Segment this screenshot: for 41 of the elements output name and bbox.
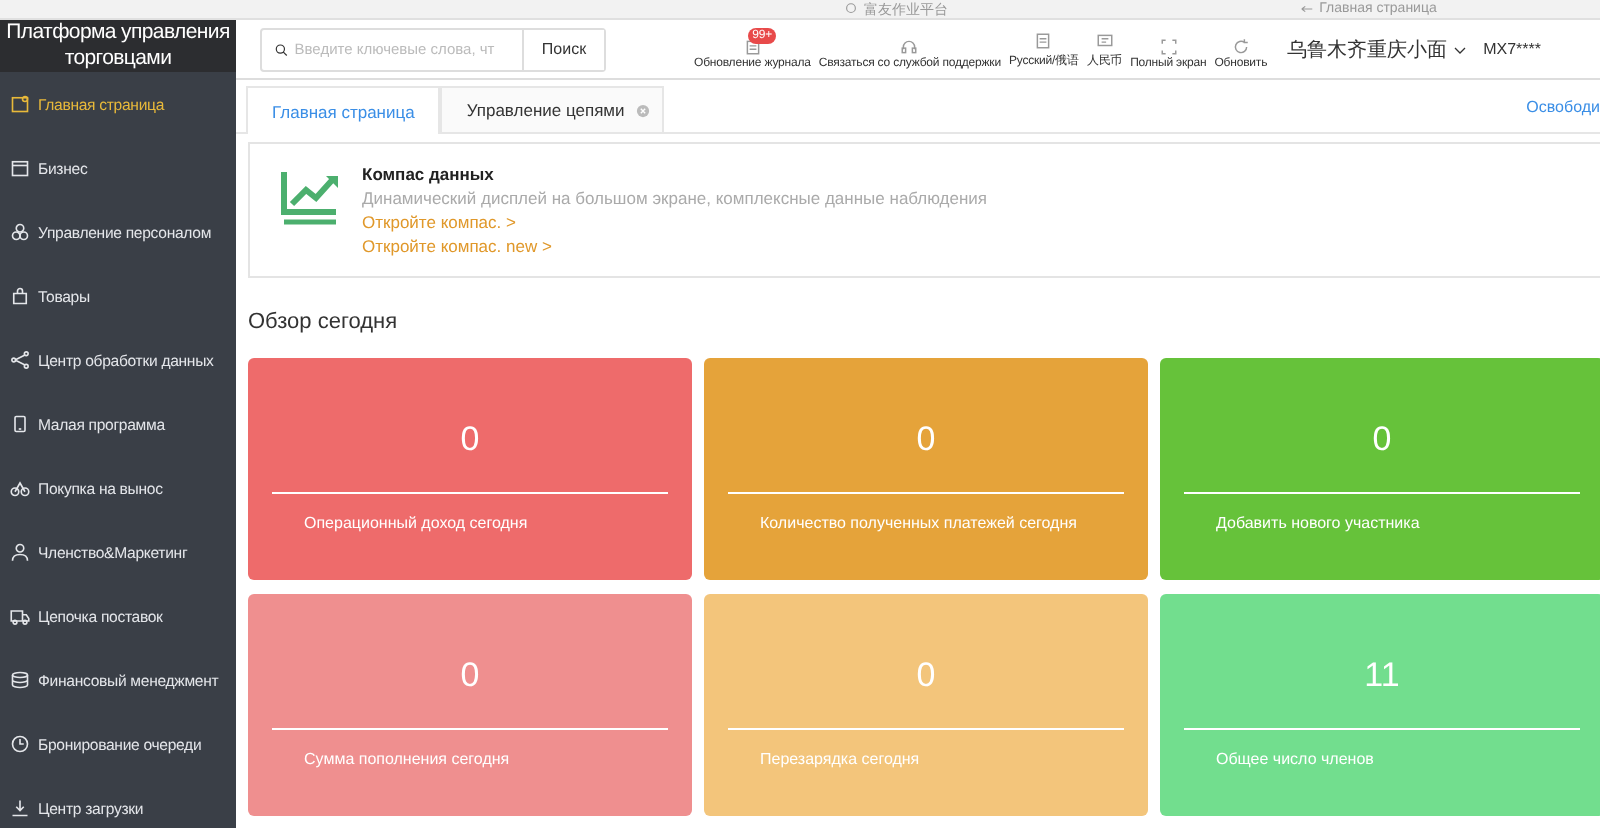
user-name[interactable]: MX7**** xyxy=(1483,40,1542,58)
stat-value: 0 xyxy=(458,420,482,462)
bicycle-icon xyxy=(10,478,30,498)
document-icon xyxy=(743,38,762,56)
refresh-icon xyxy=(1231,38,1250,56)
headset-icon xyxy=(900,38,919,56)
people-icon xyxy=(10,222,30,242)
stat-label: Сумма пополнения сегодня xyxy=(302,750,512,768)
stat-value: 0 xyxy=(1370,420,1394,462)
stat-label: Перезарядка сегодня xyxy=(758,750,922,768)
share-icon xyxy=(10,350,30,370)
stat-value: 0 xyxy=(458,656,482,698)
bag-icon xyxy=(10,286,30,306)
download-icon xyxy=(10,798,30,818)
compass-title: Компас данных xyxy=(362,164,496,184)
phone-icon xyxy=(10,414,30,434)
app-title: Платформа управления торговцами xyxy=(0,20,236,72)
fullscreen-icon xyxy=(1159,38,1178,56)
search-icon xyxy=(274,41,289,57)
stat-value: 0 xyxy=(914,420,938,462)
stat-value: 11 xyxy=(1362,656,1402,698)
compass-description: Динамический дисплей на большом экране, комплексные данные наблюдения xyxy=(362,188,988,208)
clock-icon xyxy=(10,734,30,754)
store-selector[interactable]: 乌鲁木齐重庆小面 xyxy=(1287,35,1468,63)
page-tab[interactable]: Управление цепями xyxy=(440,86,665,132)
stat-label: Общее число членов xyxy=(1214,750,1376,768)
section-heading: Обзор сегодня xyxy=(248,310,400,334)
pin-icon xyxy=(844,2,858,16)
calendar-icon xyxy=(10,158,30,178)
stat-label: Операционный доход сегодня xyxy=(302,514,530,532)
stat-label: Добавить нового участника xyxy=(1214,514,1422,532)
user-icon xyxy=(10,542,30,562)
truck-icon xyxy=(10,606,30,626)
home-icon xyxy=(10,94,30,114)
stat-label: Количество полученных платежей сегодня xyxy=(758,514,1079,532)
arrow-icon xyxy=(1299,2,1314,16)
database-icon xyxy=(10,670,30,690)
card-icon xyxy=(1095,32,1114,50)
document-icon xyxy=(1034,32,1053,50)
close-icon[interactable] xyxy=(636,103,651,117)
stat-value: 0 xyxy=(914,656,938,698)
